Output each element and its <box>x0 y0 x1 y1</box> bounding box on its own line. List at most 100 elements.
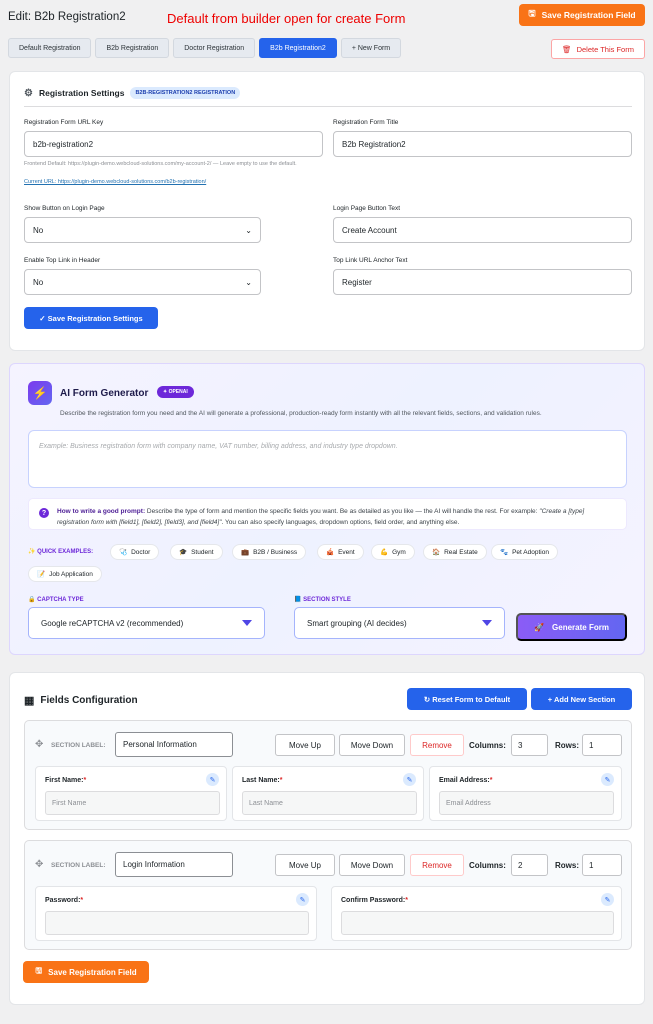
document-icon: 📝 <box>37 571 46 578</box>
add-new-section-button[interactable]: + Add New Section <box>531 688 632 710</box>
move-up-button[interactable]: Move Up <box>275 854 335 876</box>
remove-section-button[interactable]: Remove <box>410 854 464 876</box>
top-link-select[interactable]: No ⌄ <box>24 269 261 295</box>
section-login-information: ✥ SECTION LABEL: Login Information Move … <box>24 840 632 950</box>
fields-configuration-card: ▦ Fields Configuration ↻ Reset Form to D… <box>9 672 645 1005</box>
url-key-input[interactable]: b2b-registration2 <box>24 131 323 157</box>
last-name-input[interactable]: Last Name <box>242 791 417 815</box>
quick-examples-label: ✨ QUICK EXAMPLES: <box>28 549 94 555</box>
quick-example-doctor[interactable]: 🩺 Doctor <box>110 544 160 560</box>
house-icon: 🏠 <box>432 549 441 556</box>
quick-example-job-application[interactable]: 📝 Job Application <box>28 566 102 582</box>
email-address-input[interactable]: Email Address <box>439 791 614 815</box>
show-button-label: Show Button on Login Page <box>24 205 105 212</box>
form-title-input[interactable]: B2b Registration2 <box>333 131 632 157</box>
edit-icon[interactable]: ✎ <box>206 773 219 786</box>
field-email-address: Email Address:* ✎ Email Address <box>429 766 622 821</box>
field-password: Password:* ✎ <box>35 886 317 941</box>
login-button-text-input[interactable]: Create Account <box>333 217 632 243</box>
ai-form-generator-card: ⚡ AI Form Generator ✦ OPENAI Describe th… <box>9 363 645 655</box>
tab-default-registration[interactable]: Default Registration <box>8 38 92 58</box>
rows-label: Rows: <box>555 861 579 870</box>
anchor-text-input[interactable]: Register <box>333 269 632 295</box>
tab-b2b-registration[interactable]: B2b Registration <box>95 38 170 58</box>
field-last-name: Last Name:* ✎ Last Name <box>232 766 424 821</box>
edit-icon[interactable]: ✎ <box>296 893 309 906</box>
openai-badge: ✦ OPENAI <box>157 386 194 398</box>
ai-generator-title: AI Form Generator <box>60 388 149 399</box>
top-link-label: Enable Top Link in Header <box>24 257 101 264</box>
columns-input[interactable]: 2 <box>511 854 548 876</box>
ai-generator-description: Describe the registration form you need … <box>60 410 542 417</box>
save-registration-field-bottom-button[interactable]: 🖫 Save Registration Field <box>23 961 149 983</box>
section-label-input[interactable]: Login Information <box>115 852 233 877</box>
columns-input[interactable]: 3 <box>511 734 548 756</box>
section-label-input[interactable]: Personal Information <box>115 732 233 757</box>
question-icon: ? <box>39 508 49 518</box>
quick-example-real-estate[interactable]: 🏠 Real Estate <box>423 544 487 560</box>
tent-icon: 🎪 <box>326 549 335 556</box>
form-key-badge: B2B-REGISTRATION2 REGISTRATION <box>130 87 241 99</box>
delete-form-button[interactable]: 🗑 Delete This Form <box>551 39 645 59</box>
edit-icon[interactable]: ✎ <box>601 893 614 906</box>
url-key-label: Registration Form URL Key <box>24 119 104 126</box>
captcha-type-label: 🔒 CAPTCHA TYPE <box>28 597 84 603</box>
page-annotation: Default from builder open for create For… <box>167 11 406 26</box>
section-style-select[interactable]: Smart grouping (AI decides) <box>294 607 505 639</box>
dropdown-arrow-icon <box>482 620 492 626</box>
prompt-textarea[interactable]: Example: Business registration form with… <box>28 430 627 488</box>
reset-form-button[interactable]: ↻ Reset Form to Default <box>407 688 527 710</box>
tab-new-form[interactable]: + New Form <box>340 38 402 58</box>
quick-example-b2b[interactable]: 💼 B2B / Business <box>232 544 307 560</box>
rocket-icon: 🚀 <box>534 622 545 632</box>
briefcase-icon: 💼 <box>241 549 250 556</box>
quick-example-pet-adoption[interactable]: 🐾 Pet Adoption <box>491 544 558 560</box>
save-registration-field-top-button[interactable]: 🖫 Save Registration Field <box>519 4 645 26</box>
chevron-down-icon: ⌄ <box>245 277 252 287</box>
quick-example-student[interactable]: 🎓 Student <box>170 544 223 560</box>
drag-handle-icon[interactable]: ✥ <box>35 859 43 870</box>
paw-icon: 🐾 <box>500 549 509 556</box>
tab-b2b-registration2[interactable]: B2b Registration2 <box>259 38 337 58</box>
quick-example-gym[interactable]: 💪 Gym <box>371 544 415 560</box>
chevron-down-icon: ⌄ <box>245 225 252 235</box>
drag-handle-icon[interactable]: ✥ <box>35 739 43 750</box>
rows-label: Rows: <box>555 741 579 750</box>
page-title: Edit: B2b Registration2 <box>8 11 126 23</box>
graduation-cap-icon: 🎓 <box>179 549 188 556</box>
move-up-button[interactable]: Move Up <box>275 734 335 756</box>
muscle-icon: 💪 <box>380 549 389 556</box>
section-style-label: 📘 SECTION STYLE <box>294 597 351 603</box>
confirm-password-input[interactable] <box>341 911 614 935</box>
move-down-button[interactable]: Move Down <box>339 734 405 756</box>
remove-section-button[interactable]: Remove <box>410 734 464 756</box>
columns-label: Columns: <box>469 861 506 870</box>
top-bar: Edit: B2b Registration2 Default from bui… <box>0 0 653 36</box>
show-button-select[interactable]: No ⌄ <box>24 217 261 243</box>
edit-icon[interactable]: ✎ <box>601 773 614 786</box>
lightning-icon: ⚡ <box>28 381 52 405</box>
gear-icon: ⚙ <box>24 87 33 99</box>
save-icon: 🖫 <box>528 8 536 18</box>
rows-input[interactable]: 1 <box>582 854 622 876</box>
current-url-link[interactable]: Current URL: https://plugin-demo.webclou… <box>24 178 206 186</box>
captcha-type-select[interactable]: Google reCAPTCHA v2 (recommended) <box>28 607 265 639</box>
quick-example-event[interactable]: 🎪 Event <box>317 544 364 560</box>
dropdown-arrow-icon <box>242 620 252 626</box>
rows-input[interactable]: 1 <box>582 734 622 756</box>
login-button-text-label: Login Page Button Text <box>333 205 401 212</box>
generate-form-button[interactable]: 🚀 Generate Form <box>516 613 627 641</box>
lock-icon: 🔒 <box>28 597 36 603</box>
first-name-input[interactable]: First Name <box>45 791 220 815</box>
doctor-icon: 🩺 <box>119 549 128 556</box>
trash-icon: 🗑 <box>562 44 572 54</box>
move-down-button[interactable]: Move Down <box>339 854 405 876</box>
password-input[interactable] <box>45 911 309 935</box>
save-registration-settings-button[interactable]: ✓ Save Registration Settings <box>24 307 158 329</box>
tab-doctor-registration[interactable]: Doctor Registration <box>173 38 256 58</box>
book-icon: 📘 <box>294 597 302 603</box>
edit-icon[interactable]: ✎ <box>403 773 416 786</box>
sparkle-icon: ✨ <box>28 549 36 555</box>
registration-settings-card: ⚙ Registration Settings B2B-REGISTRATION… <box>9 71 645 351</box>
registration-settings-header: ⚙ Registration Settings B2B-REGISTRATION… <box>24 87 241 99</box>
